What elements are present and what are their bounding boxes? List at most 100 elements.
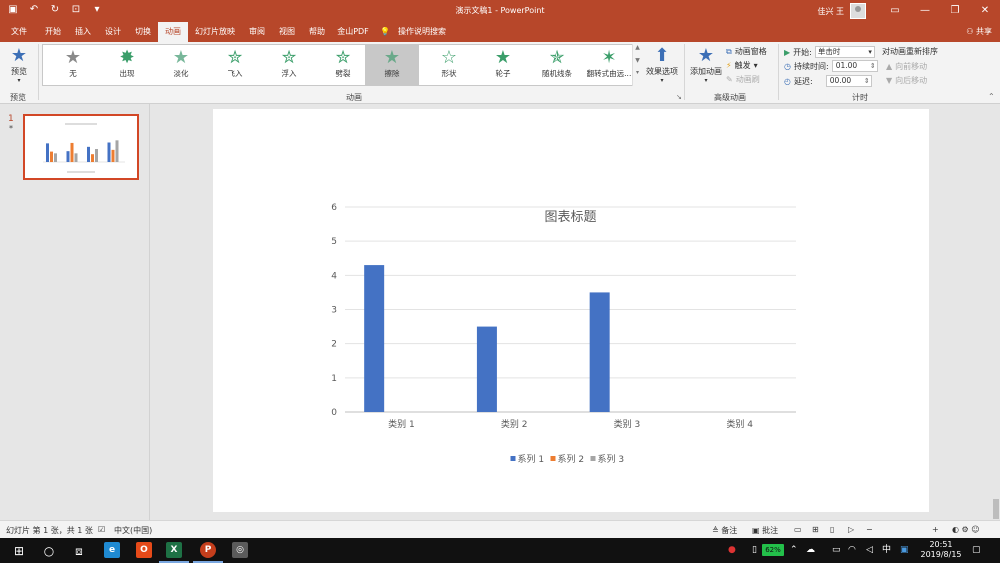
tab-transitions[interactable]: 切换 [128,22,158,42]
tab-help[interactable]: 帮助 [302,22,332,42]
tab-slideshow[interactable]: 幻灯片放映 [190,22,240,42]
battery-icon[interactable]: ▯ [752,538,757,563]
animation-float-in[interactable]: ✮ 浮入 [259,45,319,85]
animation-gallery: ★ 无 ✸ 出现 ★ 淡化 ✮ 飞入 ✮ 浮入 ✮ 劈裂 ★ 擦除 ☆ 形状 ★… [42,44,642,86]
thumb-bar [107,142,111,162]
slide[interactable]: 0 1 2 3 4 5 6 图表标题 类别 1 类别 2 类别 3 类别 4 系列 1 系列 2 系列 3 [213,109,929,512]
reading-view-icon[interactable]: ▯ [830,525,834,534]
tab-design[interactable]: 设计 [98,22,128,42]
animation-split[interactable]: ✮ 劈裂 [313,45,373,85]
user-name[interactable]: 佳兴 王 [817,6,844,17]
task-view-icon[interactable]: ⧈ [64,541,94,561]
animation-random-bars[interactable]: ✯ 随机线条 [527,45,587,85]
effect-options-button[interactable]: ⬆ 效果选项 ▾ [644,46,680,85]
animation-label: 劈裂 [335,69,351,78]
dialog-launcher-icon[interactable]: ↘ [676,93,682,101]
accessibility-icon[interactable]: ☑ [98,525,105,534]
delay-stepper[interactable]: 00.00 [825,75,872,87]
tab-view[interactable]: 视图 [272,22,302,42]
duration-stepper[interactable]: 01.00 [831,60,878,72]
chevron-down-icon[interactable]: ▼ [633,57,642,64]
tab-animations[interactable]: 动画 [158,22,188,42]
lightbulb-icon[interactable]: 💡 [378,22,392,42]
add-animation-button[interactable]: ★ 添加动画 ▾ [688,46,724,85]
tab-home[interactable]: 开始 [38,22,68,42]
windows-start-icon[interactable]: ⊞ [4,541,34,561]
animation-fly-in[interactable]: ✮ 飞入 [205,45,265,85]
record-icon[interactable]: ● [728,538,736,563]
restore-icon[interactable]: ❐ [940,0,970,22]
wifi-icon[interactable]: ◠ [848,538,856,563]
animation-none[interactable]: ★ 无 [43,45,103,85]
trigger-button[interactable]: ⚡ 触发 ▾ [726,60,758,71]
chevron-up-icon[interactable]: ▲ [633,44,642,51]
animation-painter-button[interactable]: ✎ 动画刷 [726,74,760,85]
notification-icon[interactable]: ▢ [972,538,981,563]
comments-button[interactable]: ▣ 批注 [752,525,778,536]
excel-icon[interactable]: X [166,542,182,558]
y-tick-label: 4 [331,271,337,281]
animation-pane-icon: ⧉ [726,46,732,56]
minimize-icon[interactable]: — [910,0,940,22]
search-icon[interactable]: ○ [34,541,64,561]
ie-icon[interactable]: e [104,542,120,558]
tab-kingsoft-pdf[interactable]: 金山PDF [332,22,374,42]
tab-insert[interactable]: 插入 [68,22,98,42]
move-later-button[interactable]: ▼ 向后移动 [886,75,927,86]
animation-wipe[interactable]: ★ 擦除 [365,45,419,85]
monitor-icon[interactable]: ▭ [832,538,841,563]
ime-indicator[interactable]: 中 [882,538,891,563]
avatar[interactable] [850,3,866,19]
tab-review[interactable]: 审阅 [242,22,272,42]
gallery-more-icon[interactable]: ▾ [633,69,642,76]
language-indicator[interactable]: 中文(中国) [114,525,152,536]
office-icon[interactable]: O [136,542,152,558]
share-button[interactable]: ⚇ 共享 [966,22,992,42]
sorter-view-icon[interactable]: ⊞ [812,525,819,534]
ime-toolbar-icon[interactable]: ◐ ⚙ ☺ [952,525,980,534]
tell-me-search[interactable]: 操作说明搜索 [394,22,450,42]
animation-shape[interactable]: ☆ 形状 [419,45,479,85]
close-icon[interactable]: ✕ [970,0,1000,22]
timer-icon: ◴ [784,76,791,86]
animation-grow-turn[interactable]: ✶ 翻转式由远... [581,45,637,85]
duration-label: 持续时间: [793,61,829,71]
tab-file[interactable]: 文件 [4,22,34,42]
animation-label: 飞入 [227,69,243,78]
chart[interactable]: 0 1 2 3 4 5 6 图表标题类别 1 类别 2 类别 3 类别 4 系列 1 系列 2 系列 3 [213,109,929,512]
ribbon-display-icon[interactable]: ▭ [880,0,910,22]
app-tray-icon[interactable]: ▣ [900,538,909,563]
comment-icon: ▣ [752,526,763,535]
vertical-scrollbar[interactable] [992,104,1000,520]
thumbnail-chart [43,123,125,173]
slide-canvas: 0 1 2 3 4 5 6 图表标题 类别 1 类别 2 类别 3 类别 4 系列 1 系列 2 系列 3 [150,104,992,520]
gallery-scroll[interactable]: ▲ ▼ ▾ [632,44,642,86]
bar [364,265,385,412]
move-earlier-button[interactable]: ▲ 向前移动 [886,61,927,72]
animation-wheel[interactable]: ★ 轮子 [473,45,533,85]
start-dropdown[interactable]: 单击时 [814,46,875,58]
person-icon: ⚇ [966,27,976,36]
cloud-icon[interactable]: ☁ [806,538,815,563]
zoom-in-icon[interactable]: + [932,525,939,534]
zoom-out-icon[interactable]: − [866,525,873,534]
group-label-advanced: 高级动画 [714,93,746,102]
chevron-up-icon[interactable]: ⌃ [790,538,798,563]
powerpoint-icon[interactable]: P [200,542,216,558]
slide-thumbnail[interactable] [23,114,139,180]
animation-fade[interactable]: ★ 淡化 [151,45,211,85]
scroll-thumb[interactable] [993,499,999,519]
volume-icon[interactable]: ◁ [866,538,873,563]
animation-appear[interactable]: ✸ 出现 [97,45,157,85]
thumb-bar [95,149,98,162]
network-app-icon[interactable]: ◎ [232,542,248,558]
thumb-bar [54,153,57,162]
collapse-ribbon-icon[interactable]: ⌃ [988,92,995,101]
slideshow-view-icon[interactable]: ▷ [848,525,854,534]
notes-button[interactable]: ≜ 备注 [712,525,737,536]
animation-pane-button[interactable]: ⧉ 动画窗格 [726,46,767,57]
preview-button[interactable]: ★ 预览 ▾ [4,46,34,85]
clock[interactable]: 20:51 2019/8/15 [918,540,964,560]
normal-view-icon[interactable]: ▭ [794,525,802,534]
thumb-bar [91,154,94,162]
